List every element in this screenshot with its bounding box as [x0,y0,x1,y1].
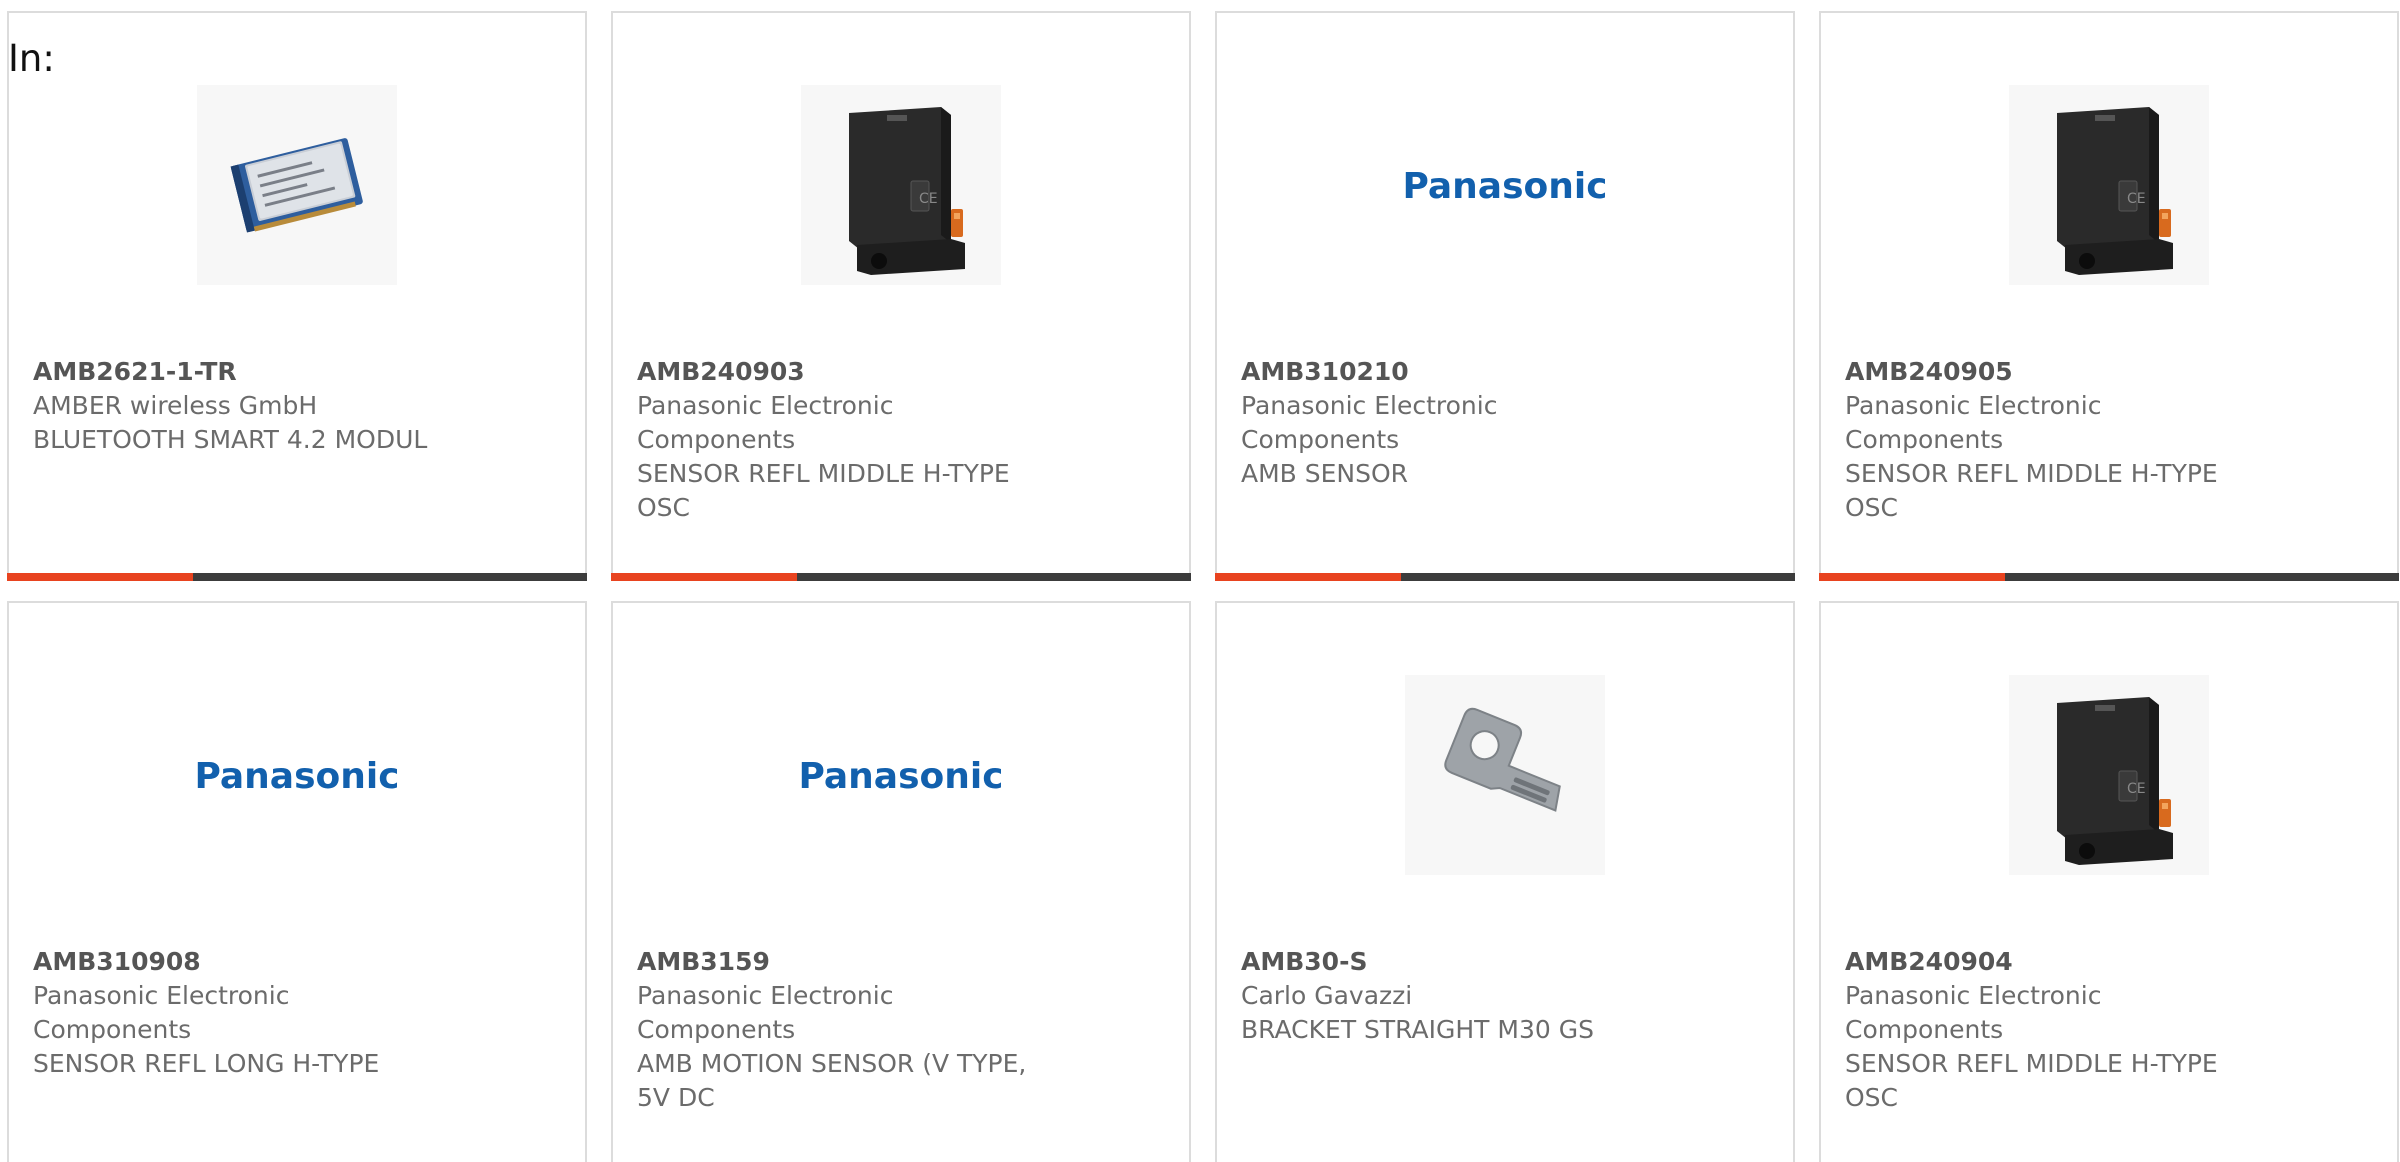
part-number[interactable]: AMB310908 [33,945,453,979]
bracket-icon [1405,675,1605,875]
product-image[interactable] [197,85,397,285]
panasonic-logo: Panasonic [197,675,397,875]
product-info: AMB30-S Carlo Gavazzi BRACKET STRAIGHT M… [1241,945,1661,1047]
description: SENSOR REFL MIDDLE H-TYPE OSC [1845,1049,2218,1112]
product-image[interactable] [1405,675,1605,875]
description: SENSOR REFL LONG H-TYPE [33,1049,380,1078]
product-card[interactable]: Panasonic AMB3159 Panasonic Electronic C… [611,601,1191,1162]
product-card[interactable]: CE AMB240904 Panasonic Electronic Compon… [1819,601,2399,1162]
product-card[interactable]: AMB30-S Carlo Gavazzi BRACKET STRAIGHT M… [1215,601,1795,1162]
bluetooth-module-icon [197,85,397,285]
manufacturer: Panasonic Electronic Components [1845,391,2102,454]
card-bar [7,573,587,581]
part-number[interactable]: AMB30-S [1241,945,1661,979]
svg-text:Panasonic: Panasonic [197,756,397,797]
manufacturer: Panasonic Electronic Components [33,981,290,1044]
part-number[interactable]: AMB240904 [1845,945,2265,979]
panasonic-logo: Panasonic [1405,85,1605,285]
product-info: AMB310210 Panasonic Electronic Component… [1241,355,1661,491]
product-image[interactable]: CE [2009,675,2209,875]
product-image[interactable]: CE [801,85,1001,285]
product-image[interactable]: CE [2009,85,2209,285]
card-bar-accent [1215,573,1401,581]
product-grid: AMB2621-1-TR AMBER wireless GmbH BLUETOO… [7,11,2399,1162]
description: SENSOR REFL MIDDLE H-TYPE OSC [637,459,1010,522]
product-info: AMB2621-1-TR AMBER wireless GmbH BLUETOO… [33,355,453,457]
description: AMB MOTION SENSOR (V TYPE, 5V DC [637,1049,1027,1112]
part-number[interactable]: AMB3159 [637,945,1057,979]
product-info: AMB240905 Panasonic Electronic Component… [1845,355,2265,525]
product-info: AMB310908 Panasonic Electronic Component… [33,945,453,1081]
panasonic-logo: Panasonic [801,675,1001,875]
product-card[interactable]: Panasonic AMB310210 Panasonic Electronic… [1215,11,1795,581]
svg-text:Panasonic: Panasonic [801,756,1001,797]
product-info: AMB240904 Panasonic Electronic Component… [1845,945,2265,1115]
card-bar-accent [1819,573,2005,581]
description: BLUETOOTH SMART 4.2 MODUL [33,425,428,454]
part-number[interactable]: AMB310210 [1241,355,1661,389]
manufacturer: Panasonic Electronic Components [637,981,894,1044]
product-image[interactable]: Panasonic [801,675,1001,875]
product-card[interactable]: AMB2621-1-TR AMBER wireless GmbH BLUETOO… [7,11,587,581]
svg-text:CE: CE [919,191,938,207]
svg-text:CE: CE [2127,191,2146,207]
card-bar-accent [611,573,797,581]
card-bar [611,573,1191,581]
product-info: AMB3159 Panasonic Electronic Components … [637,945,1057,1115]
page: In: AMB2621-1-TR AMBER wireless GmbH BLU… [0,0,2400,1162]
part-number[interactable]: AMB2621-1-TR [33,355,453,389]
svg-text:CE: CE [2127,781,2146,797]
card-bar [1215,573,1795,581]
manufacturer: Panasonic Electronic Components [637,391,894,454]
part-number[interactable]: AMB240905 [1845,355,2265,389]
svg-text:Panasonic: Panasonic [1405,166,1605,207]
product-image[interactable]: Panasonic [1405,85,1605,285]
filter-in-label: In: [8,37,55,80]
card-bar-accent [7,573,193,581]
sensor-icon: CE [801,85,1001,285]
manufacturer: Panasonic Electronic Components [1241,391,1498,454]
sensor-icon: CE [2009,675,2209,875]
product-card[interactable]: Panasonic AMB310908 Panasonic Electronic… [7,601,587,1162]
description: SENSOR REFL MIDDLE H-TYPE OSC [1845,459,2218,522]
part-number[interactable]: AMB240903 [637,355,1057,389]
manufacturer: AMBER wireless GmbH [33,391,318,420]
product-card[interactable]: CE AMB240903 Panasonic Electronic Compon… [611,11,1191,581]
description: BRACKET STRAIGHT M30 GS [1241,1015,1594,1044]
sensor-icon: CE [2009,85,2209,285]
product-image[interactable]: Panasonic [197,675,397,875]
manufacturer: Panasonic Electronic Components [1845,981,2102,1044]
product-info: AMB240903 Panasonic Electronic Component… [637,355,1057,525]
product-card[interactable]: CE AMB240905 Panasonic Electronic Compon… [1819,11,2399,581]
manufacturer: Carlo Gavazzi [1241,981,1413,1010]
card-bar [1819,573,2399,581]
description: AMB SENSOR [1241,459,1409,488]
